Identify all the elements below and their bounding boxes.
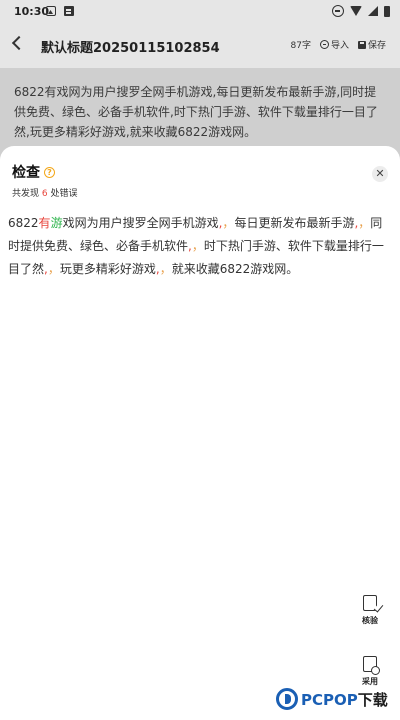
adopt-button[interactable]: 采用 <box>354 656 386 687</box>
summary-prefix: 共发现 <box>12 189 40 199</box>
import-label: 导入 <box>330 41 349 51</box>
save-icon <box>357 40 366 49</box>
text-segment: 戏网为用户搜罗全网手机游戏 <box>62 216 219 230</box>
text-segment: 玩更多精彩好游戏 <box>59 262 156 276</box>
verify-label: 核验 <box>362 616 378 625</box>
summary-suffix: 处错误 <box>50 189 78 199</box>
adopt-icon <box>363 656 380 675</box>
status-indicators <box>332 5 390 17</box>
word-count: 87字 <box>290 41 311 51</box>
header-actions: 87字 导入 保存 <box>291 38 386 51</box>
watermark-brand: PCPOP <box>301 690 358 709</box>
sheet-title: 检查 <box>12 165 40 181</box>
flagged-segment[interactable]: 游 <box>51 216 63 230</box>
checked-text: 6822有游戏网为用户搜罗全网手机游戏,，每日更新发布最新手游,，同时提供免费、… <box>8 212 392 281</box>
signal-icon <box>368 6 378 16</box>
flagged-segment[interactable]: ， <box>192 239 204 253</box>
verify-button[interactable]: 核验 <box>354 595 386 626</box>
flagged-segment[interactable]: ， <box>160 262 172 276</box>
flagged-segment[interactable]: 有 <box>39 216 51 230</box>
check-sheet: 检查 ? 共发现 6 处错误 ✕ 6822有游戏网为用户搜罗全网手机游戏,，每日… <box>0 146 400 720</box>
sheet-title-row: 检查 ? <box>12 162 55 182</box>
text-segment: 6822 <box>8 216 39 230</box>
save-label: 保存 <box>367 41 386 51</box>
back-icon[interactable] <box>11 35 27 51</box>
flagged-segment[interactable]: ， <box>222 216 234 230</box>
import-icon <box>319 40 329 49</box>
adopt-label: 采用 <box>362 677 378 686</box>
help-icon[interactable]: ? <box>44 166 55 178</box>
app-header: 默认标题20250115102854 87字 导入 保存 <box>0 24 400 68</box>
flagged-segment[interactable]: ， <box>48 262 60 276</box>
editor-text: 6822有戏网为用户搜罗全网手机游戏,每日更新发布最新手游,同时提供免费、绿色、… <box>14 85 378 139</box>
pcpop-logo-icon <box>276 688 298 710</box>
do-not-disturb-icon <box>332 5 344 17</box>
save-button[interactable]: 保存 <box>357 38 386 51</box>
import-button[interactable]: 导入 <box>319 38 349 51</box>
text-segment: 每日更新发布最新手游 <box>234 216 355 230</box>
watermark-suffix: 下载 <box>357 690 388 709</box>
note-notification-icon <box>64 6 74 16</box>
watermark-text: PCPOP下载 <box>301 689 388 710</box>
wifi-icon <box>350 6 362 16</box>
battery-icon <box>384 5 390 17</box>
verify-icon <box>363 595 377 611</box>
close-icon[interactable]: ✕ <box>372 166 388 182</box>
status-bar: 10:30 <box>0 0 400 24</box>
text-segment: 就来收藏6822游戏网。 <box>171 262 299 276</box>
document-title[interactable]: 默认标题20250115102854 <box>41 37 220 56</box>
error-summary: 共发现 6 处错误 <box>12 186 78 199</box>
pcpop-watermark: PCPOP下载 <box>276 688 388 710</box>
gallery-notification-icon <box>46 6 56 16</box>
status-time: 10:30 <box>14 5 50 18</box>
flagged-segment[interactable]: ， <box>358 216 370 230</box>
error-count: 6 <box>41 189 48 199</box>
